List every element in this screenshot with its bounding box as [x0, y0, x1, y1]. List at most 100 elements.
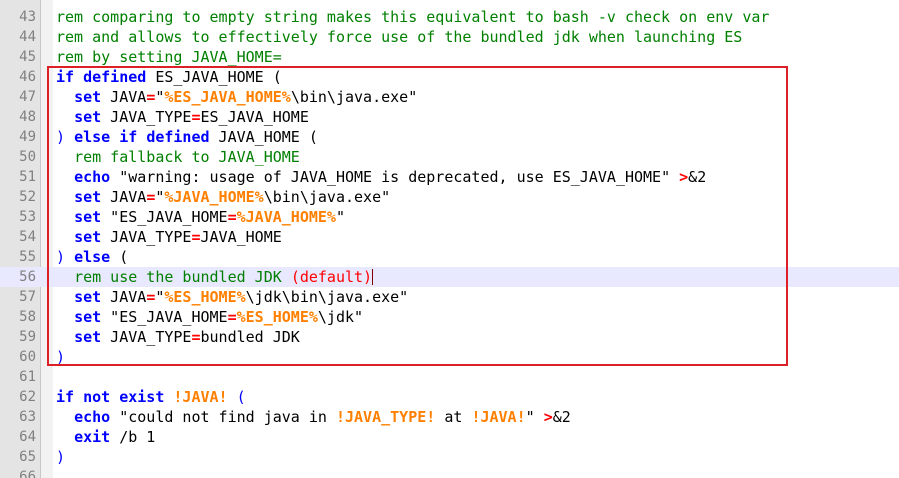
code-token-kw: else [74, 128, 111, 146]
code-line-45[interactable]: 45 rem by setting JAVA_HOME= [0, 47, 899, 67]
line-number: 48 [19, 109, 36, 125]
code-token-kw: defined [146, 128, 210, 146]
code-text: rem use the bundled JDK (default) [56, 267, 374, 287]
line-number: 63 [19, 409, 36, 425]
code-token-text: at [435, 408, 472, 426]
code-token-text: JAVA_TYPE [101, 108, 192, 126]
code-text: set JAVA="%ES_HOME%\jdk\bin\java.exe" [56, 287, 408, 307]
code-line-64[interactable]: 64 exit /b 1 [0, 427, 899, 447]
code-line-59[interactable]: 59 set JAVA_TYPE=bundled JDK [0, 327, 899, 347]
code-line-51[interactable]: 51 echo "warning: usage of JAVA_HOME is … [0, 167, 899, 187]
line-number: 53 [19, 209, 36, 225]
code-line-49[interactable]: 49) else if defined JAVA_HOME ( [0, 127, 899, 147]
code-token-var: !JAVA! [173, 388, 228, 406]
code-line-50[interactable]: 50 rem fallback to JAVA_HOME [0, 147, 899, 167]
line-number: 55 [19, 249, 36, 265]
code-token-text: ES_JAVA_HOME [200, 108, 309, 126]
code-token-str: \jdk" [317, 308, 364, 326]
code-line-57[interactable]: 57 set JAVA="%ES_HOME%\jdk\bin\java.exe" [0, 287, 899, 307]
code-token-kw: set [74, 188, 102, 206]
line-number: 62 [19, 389, 36, 405]
code-text: rem comparing to empty string makes this… [56, 7, 769, 27]
code-token-kw: set [74, 228, 102, 246]
code-line-66[interactable]: 66 [0, 467, 899, 478]
line-number: 54 [19, 229, 36, 245]
code-line-61[interactable]: 61 [0, 367, 899, 387]
code-token-op: = [146, 288, 156, 306]
text-caret [372, 269, 374, 285]
line-number: 45 [19, 49, 36, 65]
code-line-55[interactable]: 55) else ( [0, 247, 899, 267]
code-line-58[interactable]: 58 set "ES_JAVA_HOME=%ES_HOME%\jdk" [0, 307, 899, 327]
code-token-kw: set [74, 208, 102, 226]
code-token-op: = [191, 228, 201, 246]
code-token-paren: ) [56, 448, 66, 466]
code-line-46[interactable]: 46 if defined ES_JAVA_HOME ( [0, 67, 899, 87]
code-token-text: ES_JAVA_HOME ( [146, 68, 282, 86]
code-token-rem: rem use the bundled JDK [74, 268, 291, 286]
code-line-60[interactable]: 60) [0, 347, 899, 367]
line-number: 59 [19, 329, 36, 345]
code-line-65[interactable]: 65) [0, 447, 899, 467]
code-line-48[interactable]: 48 set JAVA_TYPE=ES_JAVA_HOME [0, 107, 899, 127]
code-token-op: > [543, 408, 553, 426]
code-line-43[interactable]: 43 rem comparing to empty string makes th… [0, 7, 899, 27]
code-token-kw: else [74, 248, 111, 266]
code-token-var: %JAVA_HOME% [164, 188, 264, 206]
code-text: exit /b 1 [56, 427, 155, 447]
code-text: set "ES_JAVA_HOME=%JAVA_HOME%" [56, 207, 345, 227]
code-token-rem: rem and allows to effectively force use … [56, 28, 743, 46]
code-token-text: "ES_JAVA_HOME [101, 208, 228, 226]
code-line-63[interactable]: 63 echo "could not find java in !JAVA_TY… [0, 407, 899, 427]
code-token-text: /b 1 [110, 428, 156, 446]
code-text: rem by setting JAVA_HOME= [56, 47, 282, 67]
code-token-op: = [227, 208, 237, 226]
line-number: 66 [19, 469, 36, 478]
code-text: set JAVA="%ES_JAVA_HOME%\bin\java.exe" [56, 87, 417, 107]
code-token-op: > [679, 168, 689, 186]
line-number: 44 [19, 29, 36, 45]
code-token-text: JAVA [101, 188, 147, 206]
code-editor[interactable]: 43 rem comparing to empty string makes th… [0, 0, 899, 478]
code-token-kw: if [56, 388, 75, 406]
line-number: 57 [19, 289, 36, 305]
code-token-rem: rem fallback to JAVA_HOME [74, 148, 300, 166]
code-token-var: !JAVA! [471, 408, 526, 426]
line-number: 47 [19, 89, 36, 105]
code-text: ) [56, 447, 65, 467]
code-line-53[interactable]: 53 set "ES_JAVA_HOME=%JAVA_HOME%" [0, 207, 899, 227]
code-token-paren: ) [56, 128, 66, 146]
line-number: 65 [19, 449, 36, 465]
code-token-kw: set [74, 108, 102, 126]
code-line-54[interactable]: 54 set JAVA_TYPE=JAVA_HOME [0, 227, 899, 247]
code-line-62[interactable]: 62 if not exist !JAVA! ( [0, 387, 899, 407]
code-token-rem: rem comparing to empty string makes this… [56, 8, 770, 26]
code-text: echo "could not find java in !JAVA_TYPE!… [56, 407, 571, 427]
code-token-kw: defined [83, 68, 147, 86]
code-line-47[interactable]: 47 set JAVA="%ES_JAVA_HOME%\bin\java.exe… [0, 87, 899, 107]
code-token-str: \bin\java.exe" [290, 88, 418, 106]
code-line-44[interactable]: 44 rem and allows to effectively force us… [0, 27, 899, 47]
code-token-text: "warning: usage of JAVA_HOME is deprecat… [110, 168, 680, 186]
code-line-52[interactable]: 52 set JAVA="%JAVA_HOME%\bin\java.exe" [0, 187, 899, 207]
code-token-text: JAVA_HOME ( [209, 128, 318, 146]
code-token-text: ( [110, 248, 129, 266]
code-token-text: &2 [688, 168, 707, 186]
code-line-56[interactable]: 56 rem use the bundled JDK (default) [0, 267, 899, 287]
code-token-op: = [146, 188, 156, 206]
code-token-op: = [227, 308, 237, 326]
line-number: 43 [19, 9, 36, 25]
